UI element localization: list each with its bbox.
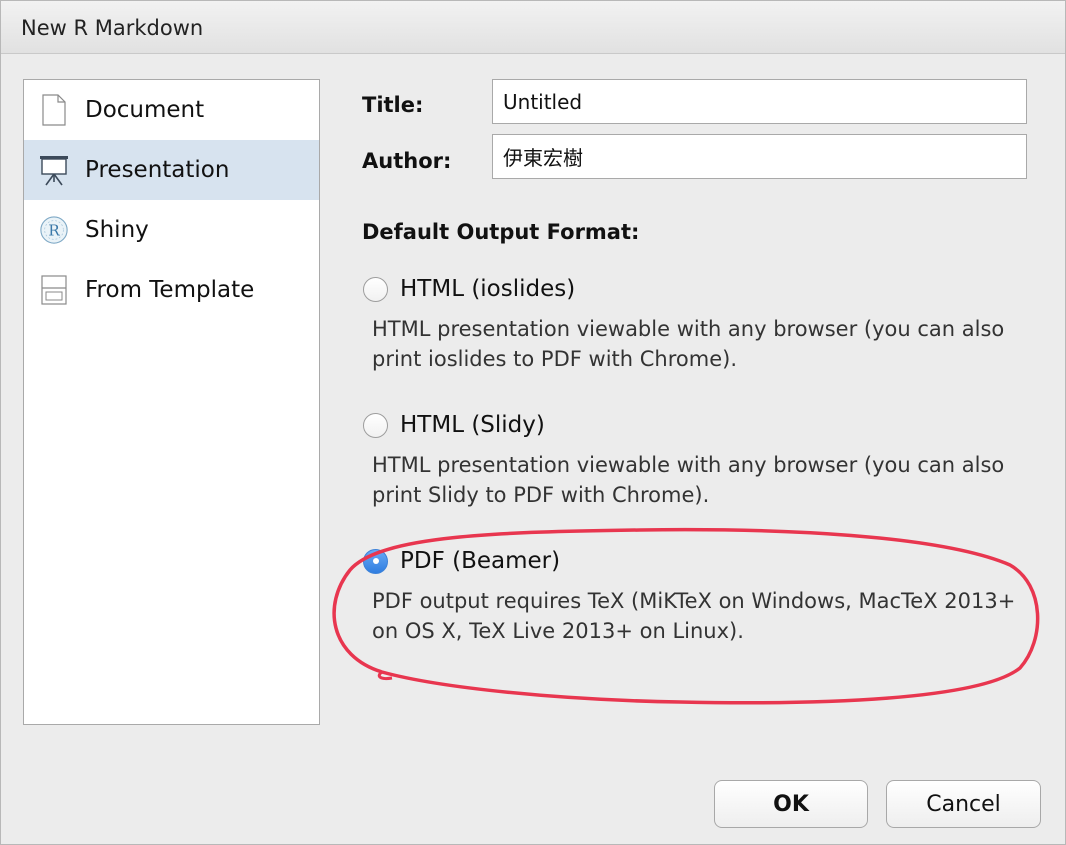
svg-text:R: R: [48, 222, 60, 240]
presentation-icon: [39, 154, 69, 186]
title-bar[interactable]: New R Markdown: [1, 1, 1065, 54]
radio-option-ioslides[interactable]: HTML (ioslides): [363, 276, 575, 302]
radio-button[interactable]: [363, 412, 388, 438]
radio-label: PDF (Beamer): [400, 548, 561, 574]
sidebar-item-document[interactable]: Document: [24, 80, 319, 140]
sidebar-item-presentation[interactable]: Presentation: [24, 140, 319, 200]
sidebar-item-label: Document: [85, 97, 205, 123]
radio-label: HTML (ioslides): [400, 276, 576, 302]
radio-option-slidy[interactable]: HTML (Slidy): [363, 412, 545, 438]
option-description: PDF output requires TeX (MiKTeX on Windo…: [372, 589, 1016, 643]
title-input[interactable]: [492, 79, 1027, 124]
sidebar: Document Presentation R Shiny From Templ…: [23, 79, 320, 725]
radio-button[interactable]: [363, 276, 388, 302]
author-input[interactable]: [492, 134, 1027, 179]
radio-option-beamer[interactable]: PDF (Beamer): [363, 548, 560, 574]
new-r-markdown-dialog: New R Markdown Document Presentation R S…: [0, 0, 1066, 845]
sidebar-item-label: Shiny: [85, 217, 149, 243]
author-label: Author:: [362, 149, 452, 173]
ok-button[interactable]: OK: [714, 780, 868, 828]
option-description: HTML presentation viewable with any brow…: [372, 317, 1005, 371]
sidebar-item-shiny[interactable]: R Shiny: [24, 200, 319, 260]
output-format-heading: Default Output Format:: [362, 220, 640, 244]
radio-button-selected[interactable]: [363, 548, 388, 574]
window-title: New R Markdown: [21, 16, 204, 40]
sidebar-item-label: From Template: [85, 277, 255, 303]
template-icon: [39, 274, 69, 306]
shiny-r-icon: R: [39, 214, 69, 246]
option-description: HTML presentation viewable with any brow…: [372, 453, 1005, 507]
title-label: Title:: [362, 93, 424, 117]
sidebar-item-label: Presentation: [85, 157, 230, 183]
cancel-button[interactable]: Cancel: [886, 780, 1041, 828]
sidebar-item-from-template[interactable]: From Template: [24, 260, 319, 320]
document-icon: [39, 94, 69, 126]
radio-label: HTML (Slidy): [400, 412, 545, 438]
